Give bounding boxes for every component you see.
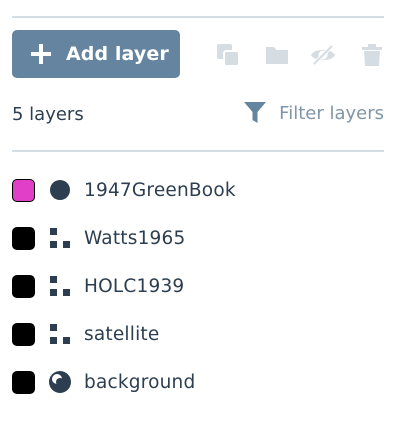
layer-count: 5 layers [12, 104, 84, 125]
raster-icon [48, 226, 72, 250]
background-icon [48, 370, 72, 394]
layer-item[interactable]: HOLC1939 [12, 262, 384, 310]
layer-list: 1947GreenBook Watts1965 HOLC1939 satelli… [12, 166, 384, 406]
layer-item[interactable]: satellite [12, 310, 384, 358]
layer-name: 1947GreenBook [84, 179, 236, 201]
layer-name: satellite [84, 323, 160, 345]
layer-color-swatch[interactable] [12, 370, 35, 394]
layer-toolbar: Add layer [12, 30, 384, 78]
layer-color-swatch[interactable] [12, 322, 35, 346]
add-layer-button[interactable]: Add layer [12, 30, 180, 78]
list-divider [12, 150, 384, 152]
layer-color-swatch[interactable] [12, 178, 35, 202]
raster-icon [48, 322, 72, 346]
folder-icon[interactable] [264, 42, 290, 68]
layer-name: background [84, 371, 196, 393]
duplicate-icon[interactable] [215, 42, 241, 68]
filter-icon [244, 102, 267, 123]
layer-item[interactable]: background [12, 358, 384, 406]
add-layer-label: Add layer [66, 43, 169, 65]
filter-label: Filter layers [279, 102, 384, 124]
layer-item[interactable]: Watts1965 [12, 214, 384, 262]
filter-layers-button[interactable]: Filter layers [243, 100, 384, 126]
layer-color-swatch[interactable] [12, 274, 35, 298]
layer-item[interactable]: 1947GreenBook [12, 166, 384, 214]
raster-icon [48, 274, 72, 298]
plus-icon [31, 44, 51, 64]
layer-name: Watts1965 [84, 227, 186, 249]
hide-icon[interactable] [310, 42, 336, 68]
layer-name: HOLC1939 [84, 275, 185, 297]
top-divider [12, 16, 384, 18]
layer-color-swatch[interactable] [12, 226, 35, 250]
circle-icon [48, 178, 72, 202]
layers-panel: Add layer 5 layers Filter layers 1947Gre… [0, 0, 402, 432]
trash-icon[interactable] [359, 42, 385, 68]
